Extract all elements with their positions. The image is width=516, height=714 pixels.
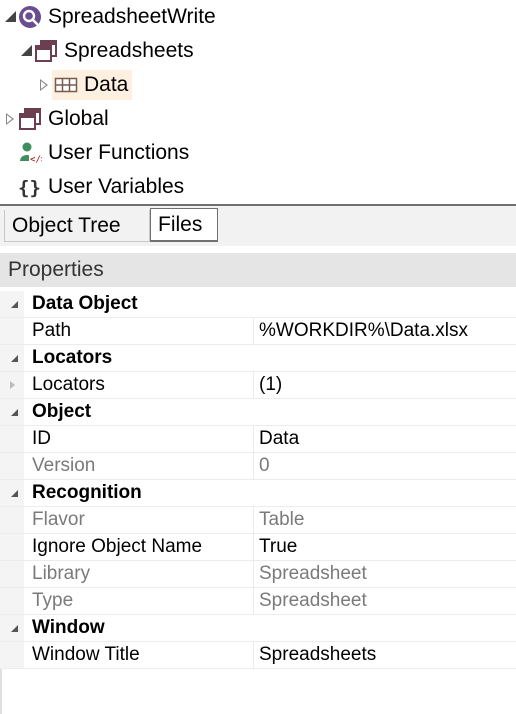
collapse-arrow-icon[interactable] <box>0 345 24 371</box>
expand-arrow-icon[interactable] <box>4 10 18 24</box>
property-name: Window Title <box>32 644 140 665</box>
expand-chevron-icon[interactable] <box>10 381 15 389</box>
expand-arrow-icon[interactable] <box>20 44 34 58</box>
tab-object-tree[interactable]: Object Tree <box>4 210 150 242</box>
property-value: Table <box>259 509 305 530</box>
property-grid: Data Object Path %WORKDIR%\Data.xlsx Loc… <box>0 291 516 669</box>
tree-node-data[interactable]: Data <box>38 70 133 100</box>
property-name: Ignore Object Name <box>32 536 203 557</box>
tree-node-spreadsheets[interactable]: Spreadsheets <box>20 36 194 66</box>
property-value: 0 <box>259 455 270 476</box>
property-row-version[interactable]: Version 0 <box>0 453 516 480</box>
property-value: Spreadsheet <box>259 590 367 611</box>
property-name: Version <box>32 455 96 476</box>
property-row-flavor[interactable]: Flavor Table <box>0 507 516 534</box>
property-name: Library <box>32 563 91 584</box>
property-row-type[interactable]: Type Spreadsheet <box>0 588 516 615</box>
windows-icon <box>34 39 58 63</box>
category-recognition[interactable]: Recognition <box>0 480 516 507</box>
category-object[interactable]: Object <box>0 399 516 426</box>
category-locators[interactable]: Locators <box>0 345 516 372</box>
category-data-object[interactable]: Data Object <box>0 291 516 318</box>
table-icon <box>54 73 78 97</box>
svg-text:{}: {} <box>18 177 41 199</box>
property-value[interactable]: %WORKDIR%\Data.xlsx <box>259 320 468 342</box>
property-name: ID <box>32 428 51 449</box>
windows-icon <box>18 107 42 131</box>
collapse-arrow-icon[interactable] <box>0 291 24 317</box>
properties-header: Properties <box>0 253 516 287</box>
property-name: Flavor <box>32 509 85 530</box>
property-name: Locators <box>32 374 105 395</box>
property-name: Path <box>32 320 72 341</box>
svg-text:</>: </> <box>30 155 42 165</box>
test-app-icon <box>18 5 42 29</box>
tree-node-user-functions[interactable]: </> User Functions <box>18 138 189 168</box>
property-value[interactable]: True <box>259 536 297 558</box>
tab-files[interactable]: Files <box>150 208 218 242</box>
property-value[interactable]: (1) <box>259 374 282 396</box>
category-label: Locators <box>32 347 113 368</box>
property-value[interactable]: Data <box>259 428 299 450</box>
property-value: Spreadsheet <box>259 563 367 584</box>
category-label: Data Object <box>32 293 138 314</box>
category-label: Window <box>32 617 105 638</box>
property-row-locators[interactable]: Locators (1) <box>0 372 516 399</box>
property-value[interactable]: Spreadsheets <box>259 644 376 666</box>
tree-node-root[interactable]: SpreadsheetWrite <box>4 2 216 32</box>
property-row-id[interactable]: ID Data <box>0 426 516 453</box>
panel-tabs: Object Tree Files <box>0 204 516 246</box>
selected-node-highlight: Data <box>52 70 133 100</box>
tree-node-global[interactable]: Global <box>4 104 109 134</box>
expand-arrow-icon[interactable] <box>38 78 52 92</box>
category-label: Object <box>32 401 92 422</box>
tree-node-label: SpreadsheetWrite <box>48 5 216 28</box>
category-window[interactable]: Window <box>0 615 516 642</box>
user-function-icon: </> <box>18 141 47 165</box>
collapse-arrow-icon[interactable] <box>0 615 24 641</box>
curly-braces-icon: {} <box>18 175 42 199</box>
property-row-library[interactable]: Library Spreadsheet <box>0 561 516 588</box>
property-row-path[interactable]: Path %WORKDIR%\Data.xlsx <box>0 318 516 345</box>
collapse-arrow-icon[interactable] <box>0 480 24 506</box>
tree-node-label: Spreadsheets <box>64 39 194 62</box>
property-row-ignore-object-name[interactable]: Ignore Object Name True <box>0 534 516 561</box>
tree-node-user-variables[interactable]: {} User Variables <box>18 172 184 202</box>
tree-node-label: User Functions <box>48 141 190 164</box>
property-name: Type <box>32 590 74 611</box>
category-label: Recognition <box>32 482 142 503</box>
tree-node-label: Data <box>84 73 129 96</box>
expand-arrow-icon[interactable] <box>4 112 18 126</box>
collapse-arrow-icon[interactable] <box>0 399 24 425</box>
object-tree-panel: SpreadsheetWrite Spreadsheets Data Globa… <box>0 0 516 204</box>
tree-node-label: Global <box>48 107 109 130</box>
tree-node-label: User Variables <box>48 175 185 198</box>
property-row-window-title[interactable]: Window Title Spreadsheets <box>0 642 516 669</box>
